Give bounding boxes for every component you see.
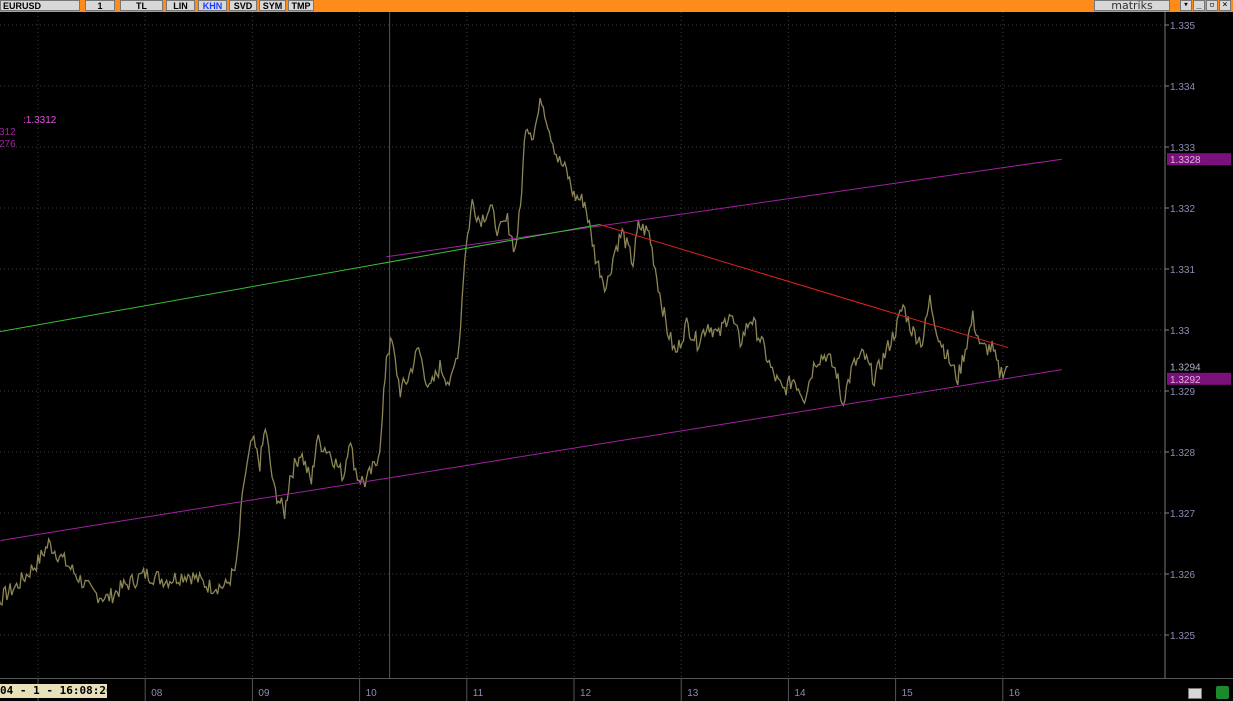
trend_red-line bbox=[599, 223, 1009, 349]
y-tick-label: 1.333 bbox=[1170, 143, 1195, 154]
minimize-icon[interactable]: _ bbox=[1193, 0, 1205, 11]
y-tick-label: 1.335 bbox=[1170, 21, 1195, 32]
time-axis: 07080910111213141516 bbox=[37, 679, 1021, 701]
lin-button[interactable]: LIN bbox=[166, 0, 195, 11]
tl-button[interactable]: TL bbox=[120, 0, 163, 11]
price-tag-label: 1.3328 bbox=[1170, 155, 1201, 166]
x-tick-label: 10 bbox=[366, 688, 378, 699]
y-tick-label: 1.326 bbox=[1170, 570, 1195, 581]
x-tick-label: 15 bbox=[902, 688, 914, 699]
sym-button[interactable]: SYM bbox=[259, 0, 286, 11]
legend-line-2: 312 bbox=[0, 127, 16, 138]
trend_green-line bbox=[0, 223, 600, 333]
period-button[interactable]: 1 bbox=[85, 0, 115, 11]
restore-icon[interactable]: ▫ bbox=[1206, 0, 1218, 11]
x-tick-label: 13 bbox=[687, 688, 699, 699]
y-tick-label: 1.331 bbox=[1170, 265, 1195, 276]
price-tag-label: 1.3292 bbox=[1170, 375, 1201, 386]
x-tick-label: 08 bbox=[151, 688, 163, 699]
dropdown-icon[interactable]: ▾ bbox=[1180, 0, 1192, 11]
time-axis-bar: 07080910111213141516 bbox=[0, 678, 1233, 701]
price-tag-label: 1.3294 bbox=[1170, 363, 1201, 374]
price-chart[interactable]: 1.325 1.326 1.327 1.328 1.329 1.33 1.331 1.332 1… bbox=[0, 12, 1233, 678]
settings-icon[interactable] bbox=[1188, 688, 1202, 699]
price-series bbox=[0, 97, 1009, 607]
refresh-icon[interactable] bbox=[1216, 686, 1229, 699]
khn-button[interactable]: KHN bbox=[198, 0, 227, 11]
clock-readout: 04 - 1 - 16:08:26 bbox=[0, 684, 107, 698]
close-icon[interactable]: × bbox=[1219, 0, 1231, 11]
x-tick-label: 11 bbox=[473, 688, 484, 699]
x-tick-label: 09 bbox=[258, 688, 270, 699]
x-tick-label: 12 bbox=[580, 688, 592, 699]
chart-lines bbox=[0, 97, 1062, 607]
x-tick-label: 16 bbox=[1009, 688, 1021, 699]
y-tick-label: 1.328 bbox=[1170, 448, 1195, 459]
svd-button[interactable]: SVD bbox=[229, 0, 257, 11]
y-tick-label: 1.329 bbox=[1170, 387, 1195, 398]
toolbar: EURUSD 1 TL LIN KHN SVD SYM TMP matriks … bbox=[0, 0, 1233, 12]
y-tick-label: 1.33 bbox=[1170, 326, 1190, 337]
y-tick-label: 1.325 bbox=[1170, 631, 1195, 642]
channel-line bbox=[0, 369, 1062, 541]
chart-grid bbox=[0, 12, 1165, 678]
y-tick-label: 1.334 bbox=[1170, 82, 1195, 93]
legend-line-3: 276 bbox=[0, 139, 16, 150]
legend-line-1: :1.3312 bbox=[23, 115, 57, 126]
price-axis: 1.325 1.326 1.327 1.328 1.329 1.33 1.331 1.332 1… bbox=[1164, 12, 1231, 678]
y-tick-label: 1.332 bbox=[1170, 204, 1195, 215]
symbol-field[interactable]: EURUSD bbox=[0, 0, 80, 11]
tmp-button[interactable]: TMP bbox=[288, 0, 314, 11]
x-tick-label: 14 bbox=[794, 688, 806, 699]
y-tick-label: 1.327 bbox=[1170, 509, 1195, 520]
brand-logo: matriks bbox=[1094, 0, 1170, 11]
